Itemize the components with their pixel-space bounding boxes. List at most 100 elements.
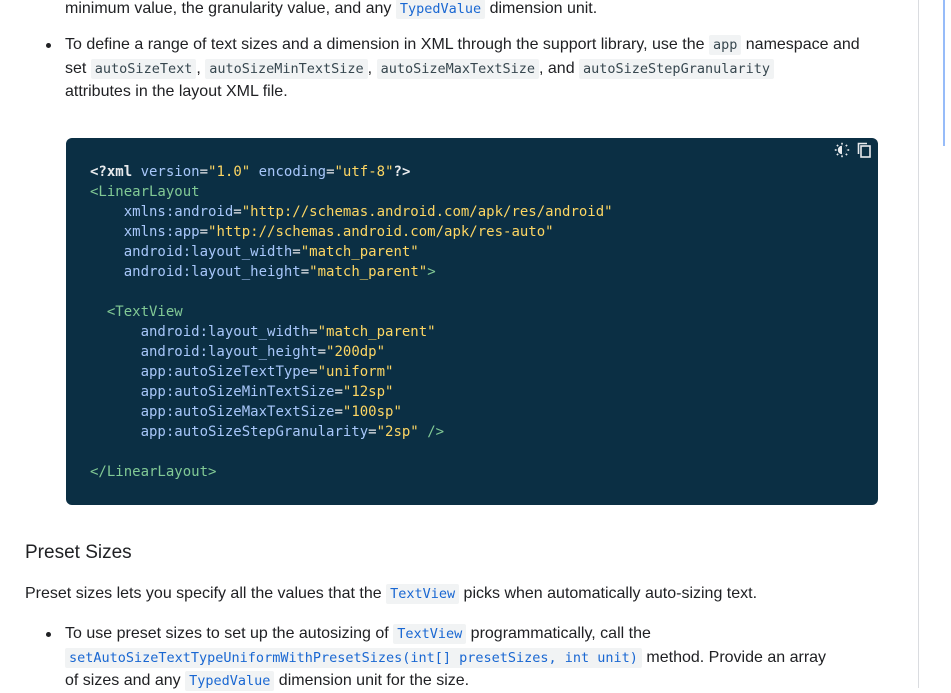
- textview-link[interactable]: TextView: [386, 584, 460, 604]
- code-token: "match_parent": [300, 244, 419, 260]
- code-token: version: [140, 164, 200, 180]
- typedvalue-link[interactable]: TypedValue: [395, 0, 486, 19]
- bullet-item-preset: To use preset sizes to set up the autosi…: [65, 622, 651, 646]
- bullet-text: ,: [196, 60, 206, 77]
- paragraph-top: minimum value, the granularity value, an…: [65, 0, 597, 21]
- code-token: />: [427, 424, 445, 440]
- code-token: app:autoSizeStepGranularity: [140, 424, 369, 440]
- xml-code: <?xml version="1.0" encoding="utf-8"?> <L…: [90, 162, 613, 482]
- paragraph-text: minimum value, the granularity value, an…: [65, 0, 396, 17]
- bullet-text: programmatically, call the: [466, 625, 651, 642]
- code-token: android:layout_height: [123, 264, 301, 280]
- code-token: =: [300, 264, 310, 280]
- code-token: =: [292, 244, 301, 260]
- code-token: "http://schemas.android.com/apk/res-auto…: [208, 224, 554, 240]
- code-token: "match_parent": [317, 324, 436, 340]
- code-line: app:autoSizeMaxTextSize="100sp": [90, 402, 613, 422]
- code-token: xmlns:app: [123, 224, 200, 240]
- section-intro: Preset sizes lets you specify all the va…: [25, 582, 757, 606]
- code-line: android:layout_height="200dp": [90, 342, 613, 362]
- code-token: "http://schemas.android.com/apk/res/andr…: [241, 204, 613, 220]
- bullet-item-xml: To define a range of text sizes and a di…: [65, 33, 885, 57]
- code-token: "100sp": [342, 404, 402, 420]
- code-token: "200dp": [326, 344, 386, 360]
- code-line: [90, 442, 613, 462]
- code-line: app:autoSizeMinTextSize="12sp": [90, 382, 613, 402]
- bullet-item-xml-line3: attributes in the layout XML file.: [65, 80, 288, 104]
- code-token: =: [334, 384, 343, 400]
- code-line: app:autoSizeStepGranularity="2sp" />: [90, 422, 613, 442]
- textview-link[interactable]: TextView: [393, 624, 467, 644]
- code-token: </LinearLayout>: [90, 464, 217, 480]
- code-token: "2sp": [376, 424, 419, 440]
- code-token: encoding: [258, 164, 327, 180]
- content-divider: [918, 0, 919, 688]
- code-token: <?xml: [90, 164, 141, 180]
- code-token: =: [326, 164, 335, 180]
- code-line: </LinearLayout>: [90, 462, 613, 482]
- code-line: android:layout_width="match_parent": [90, 242, 613, 262]
- inline-code-autosizetext: autoSizeText: [90, 59, 197, 79]
- code-token: ?>: [393, 164, 411, 180]
- bullet-text: namespace and: [741, 36, 860, 53]
- intro-text: Preset sizes lets you specify all the va…: [25, 585, 387, 602]
- code-token: "12sp": [342, 384, 394, 400]
- code-token: app:autoSizeMaxTextSize: [140, 404, 335, 420]
- code-token: =: [199, 164, 209, 180]
- bullet-text: , and: [539, 60, 580, 77]
- code-token: android:layout_width: [123, 244, 293, 260]
- code-line: android:layout_height="match_parent">: [90, 262, 613, 282]
- code-token: "1.0": [208, 164, 251, 180]
- code-token: =: [317, 344, 327, 360]
- typedvalue-link[interactable]: TypedValue: [185, 671, 275, 691]
- bullet-dot: [46, 43, 51, 48]
- bullet-text: method. Provide an array: [641, 649, 827, 666]
- section-heading: Preset Sizes: [25, 542, 132, 563]
- code-line: xmlns:app="http://schemas.android.com/ap…: [90, 222, 613, 242]
- set-preset-sizes-link[interactable]: setAutoSizeTextTypeUniformWithPresetSize…: [65, 648, 642, 668]
- bullet-text: set: [65, 60, 91, 77]
- code-token: xmlns:android: [123, 204, 234, 220]
- code-token: app:autoSizeTextType: [140, 364, 310, 380]
- code-line: xmlns:android="http://schemas.android.co…: [90, 202, 613, 222]
- code-token: <LinearLayout: [90, 184, 200, 200]
- intro-text: picks when automatically auto-sizing tex…: [459, 585, 758, 602]
- code-token: android:layout_height: [140, 344, 318, 360]
- copy-icon[interactable]: [856, 142, 872, 158]
- toc-scroll-indicator[interactable]: [943, 0, 945, 146]
- code-token: app:autoSizeMinTextSize: [140, 384, 335, 400]
- bullet-dot: [46, 632, 51, 637]
- paragraph-text: dimension unit.: [485, 0, 598, 17]
- dark-mode-icon[interactable]: [834, 142, 850, 158]
- doc-page: minimum value, the granularity value, an…: [0, 0, 951, 691]
- code-token: "uniform": [317, 364, 394, 380]
- code-token: >: [427, 264, 436, 280]
- code-token: <TextView: [106, 304, 183, 320]
- code-toolbar: [834, 142, 872, 158]
- bullet-text: ,: [367, 60, 377, 77]
- bullet-text: To use preset sizes to set up the autosi…: [65, 625, 394, 642]
- bullet-text: attributes in the layout XML file.: [65, 83, 288, 100]
- bullet-text: dimension unit for the size.: [274, 672, 470, 689]
- code-token: =: [334, 404, 343, 420]
- code-token: =: [309, 324, 318, 340]
- code-token: android:layout_width: [140, 324, 310, 340]
- code-token: "utf-8": [334, 164, 394, 180]
- inline-code-granularity: autoSizeStepGranularity: [579, 59, 774, 79]
- code-line: app:autoSizeTextType="uniform": [90, 362, 613, 382]
- code-token: =: [309, 364, 318, 380]
- code-line: android:layout_width="match_parent": [90, 322, 613, 342]
- inline-code-maxsize: autoSizeMaxTextSize: [376, 59, 539, 79]
